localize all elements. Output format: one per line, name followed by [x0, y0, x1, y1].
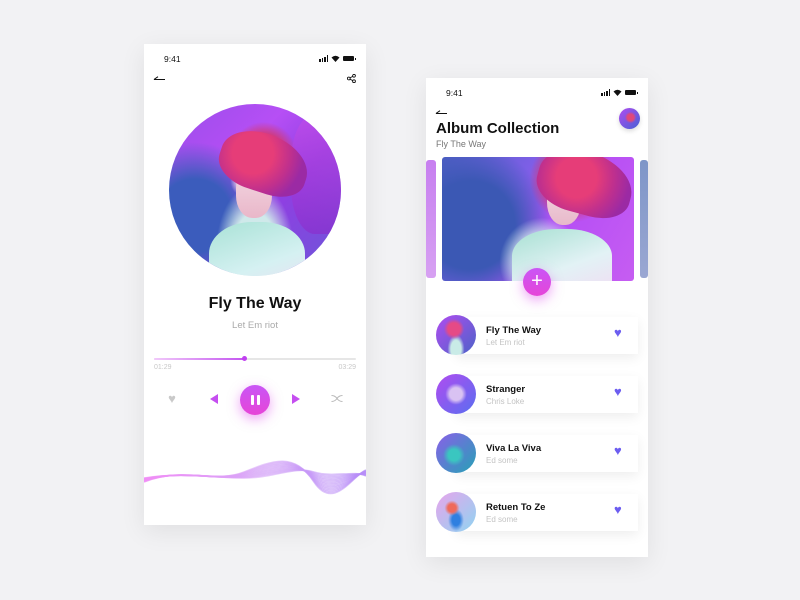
- list-item[interactable]: Retuen To Ze Ed some ♥: [436, 492, 638, 533]
- heart-icon: ♥: [168, 391, 176, 406]
- share-icon[interactable]: [347, 74, 356, 83]
- song-name: Retuen To Ze: [486, 502, 546, 513]
- shuffle-icon: [331, 394, 343, 402]
- current-time: 01:29: [154, 364, 172, 371]
- page-title: Album Collection: [436, 120, 560, 137]
- song-artist: Let Em riot: [232, 320, 278, 331]
- next-button[interactable]: [290, 393, 302, 405]
- list-item[interactable]: Viva La Viva Ed some ♥: [436, 433, 638, 474]
- progress-slider[interactable]: [154, 356, 356, 361]
- status-bar: 9:41: [144, 54, 366, 66]
- heart-icon[interactable]: ♥: [614, 385, 626, 398]
- heart-icon[interactable]: ♥: [614, 326, 626, 339]
- battery-icon: [625, 90, 638, 95]
- signal-icon: [319, 55, 328, 62]
- pause-button[interactable]: [240, 385, 270, 415]
- like-button[interactable]: ♥: [166, 391, 178, 406]
- add-button[interactable]: +: [523, 268, 551, 296]
- song-artist: Let Em riot: [486, 338, 525, 347]
- progress-fill: [154, 358, 245, 360]
- status-time: 9:41: [164, 54, 181, 64]
- shuffle-button[interactable]: [330, 392, 344, 404]
- song-name: Stranger: [486, 384, 526, 395]
- song-title: Fly The Way: [208, 295, 302, 312]
- battery-icon: [343, 56, 356, 61]
- song-name: Viva La Viva: [486, 443, 542, 454]
- user-avatar[interactable]: [619, 108, 640, 129]
- song-thumbnail: [436, 433, 476, 473]
- player-screen: 9:41 Fly The Way Let Em riot 01:29 03:29…: [144, 44, 366, 525]
- song-name: Fly The Way: [486, 325, 542, 336]
- album-cover: [169, 104, 341, 276]
- back-arrow-icon[interactable]: [436, 108, 447, 114]
- wifi-icon: [613, 89, 622, 96]
- back-arrow-icon[interactable]: [154, 74, 165, 80]
- song-list: Fly The Way Let Em riot ♥ Stranger Chris…: [436, 315, 638, 551]
- song-artist: Chris Loke: [486, 397, 525, 406]
- song-thumbnail: [436, 374, 476, 414]
- previous-button[interactable]: [208, 393, 220, 405]
- list-item[interactable]: Stranger Chris Loke ♥: [436, 374, 638, 415]
- signal-icon: [601, 89, 610, 96]
- song-artist: Ed some: [486, 515, 518, 524]
- wifi-icon: [331, 55, 340, 62]
- status-bar: 9:41: [426, 88, 648, 100]
- collection-screen: 9:41 Album Collection Fly The Way + Fly …: [426, 78, 648, 557]
- status-time: 9:41: [446, 88, 463, 98]
- featured-album-cover[interactable]: [442, 157, 634, 281]
- carousel-next-album[interactable]: [640, 160, 648, 278]
- page-subtitle: Fly The Way: [436, 139, 487, 149]
- heart-icon[interactable]: ♥: [614, 444, 626, 457]
- song-thumbnail: [436, 315, 476, 355]
- heart-icon[interactable]: ♥: [614, 503, 626, 516]
- carousel-prev-album[interactable]: [426, 160, 436, 278]
- total-time: 03:29: [338, 364, 356, 371]
- song-artist: Ed some: [486, 456, 518, 465]
- list-item[interactable]: Fly The Way Let Em riot ♥: [436, 315, 638, 356]
- song-thumbnail: [436, 492, 476, 532]
- sound-wave-visual: [144, 460, 366, 495]
- progress-handle[interactable]: [242, 356, 248, 361]
